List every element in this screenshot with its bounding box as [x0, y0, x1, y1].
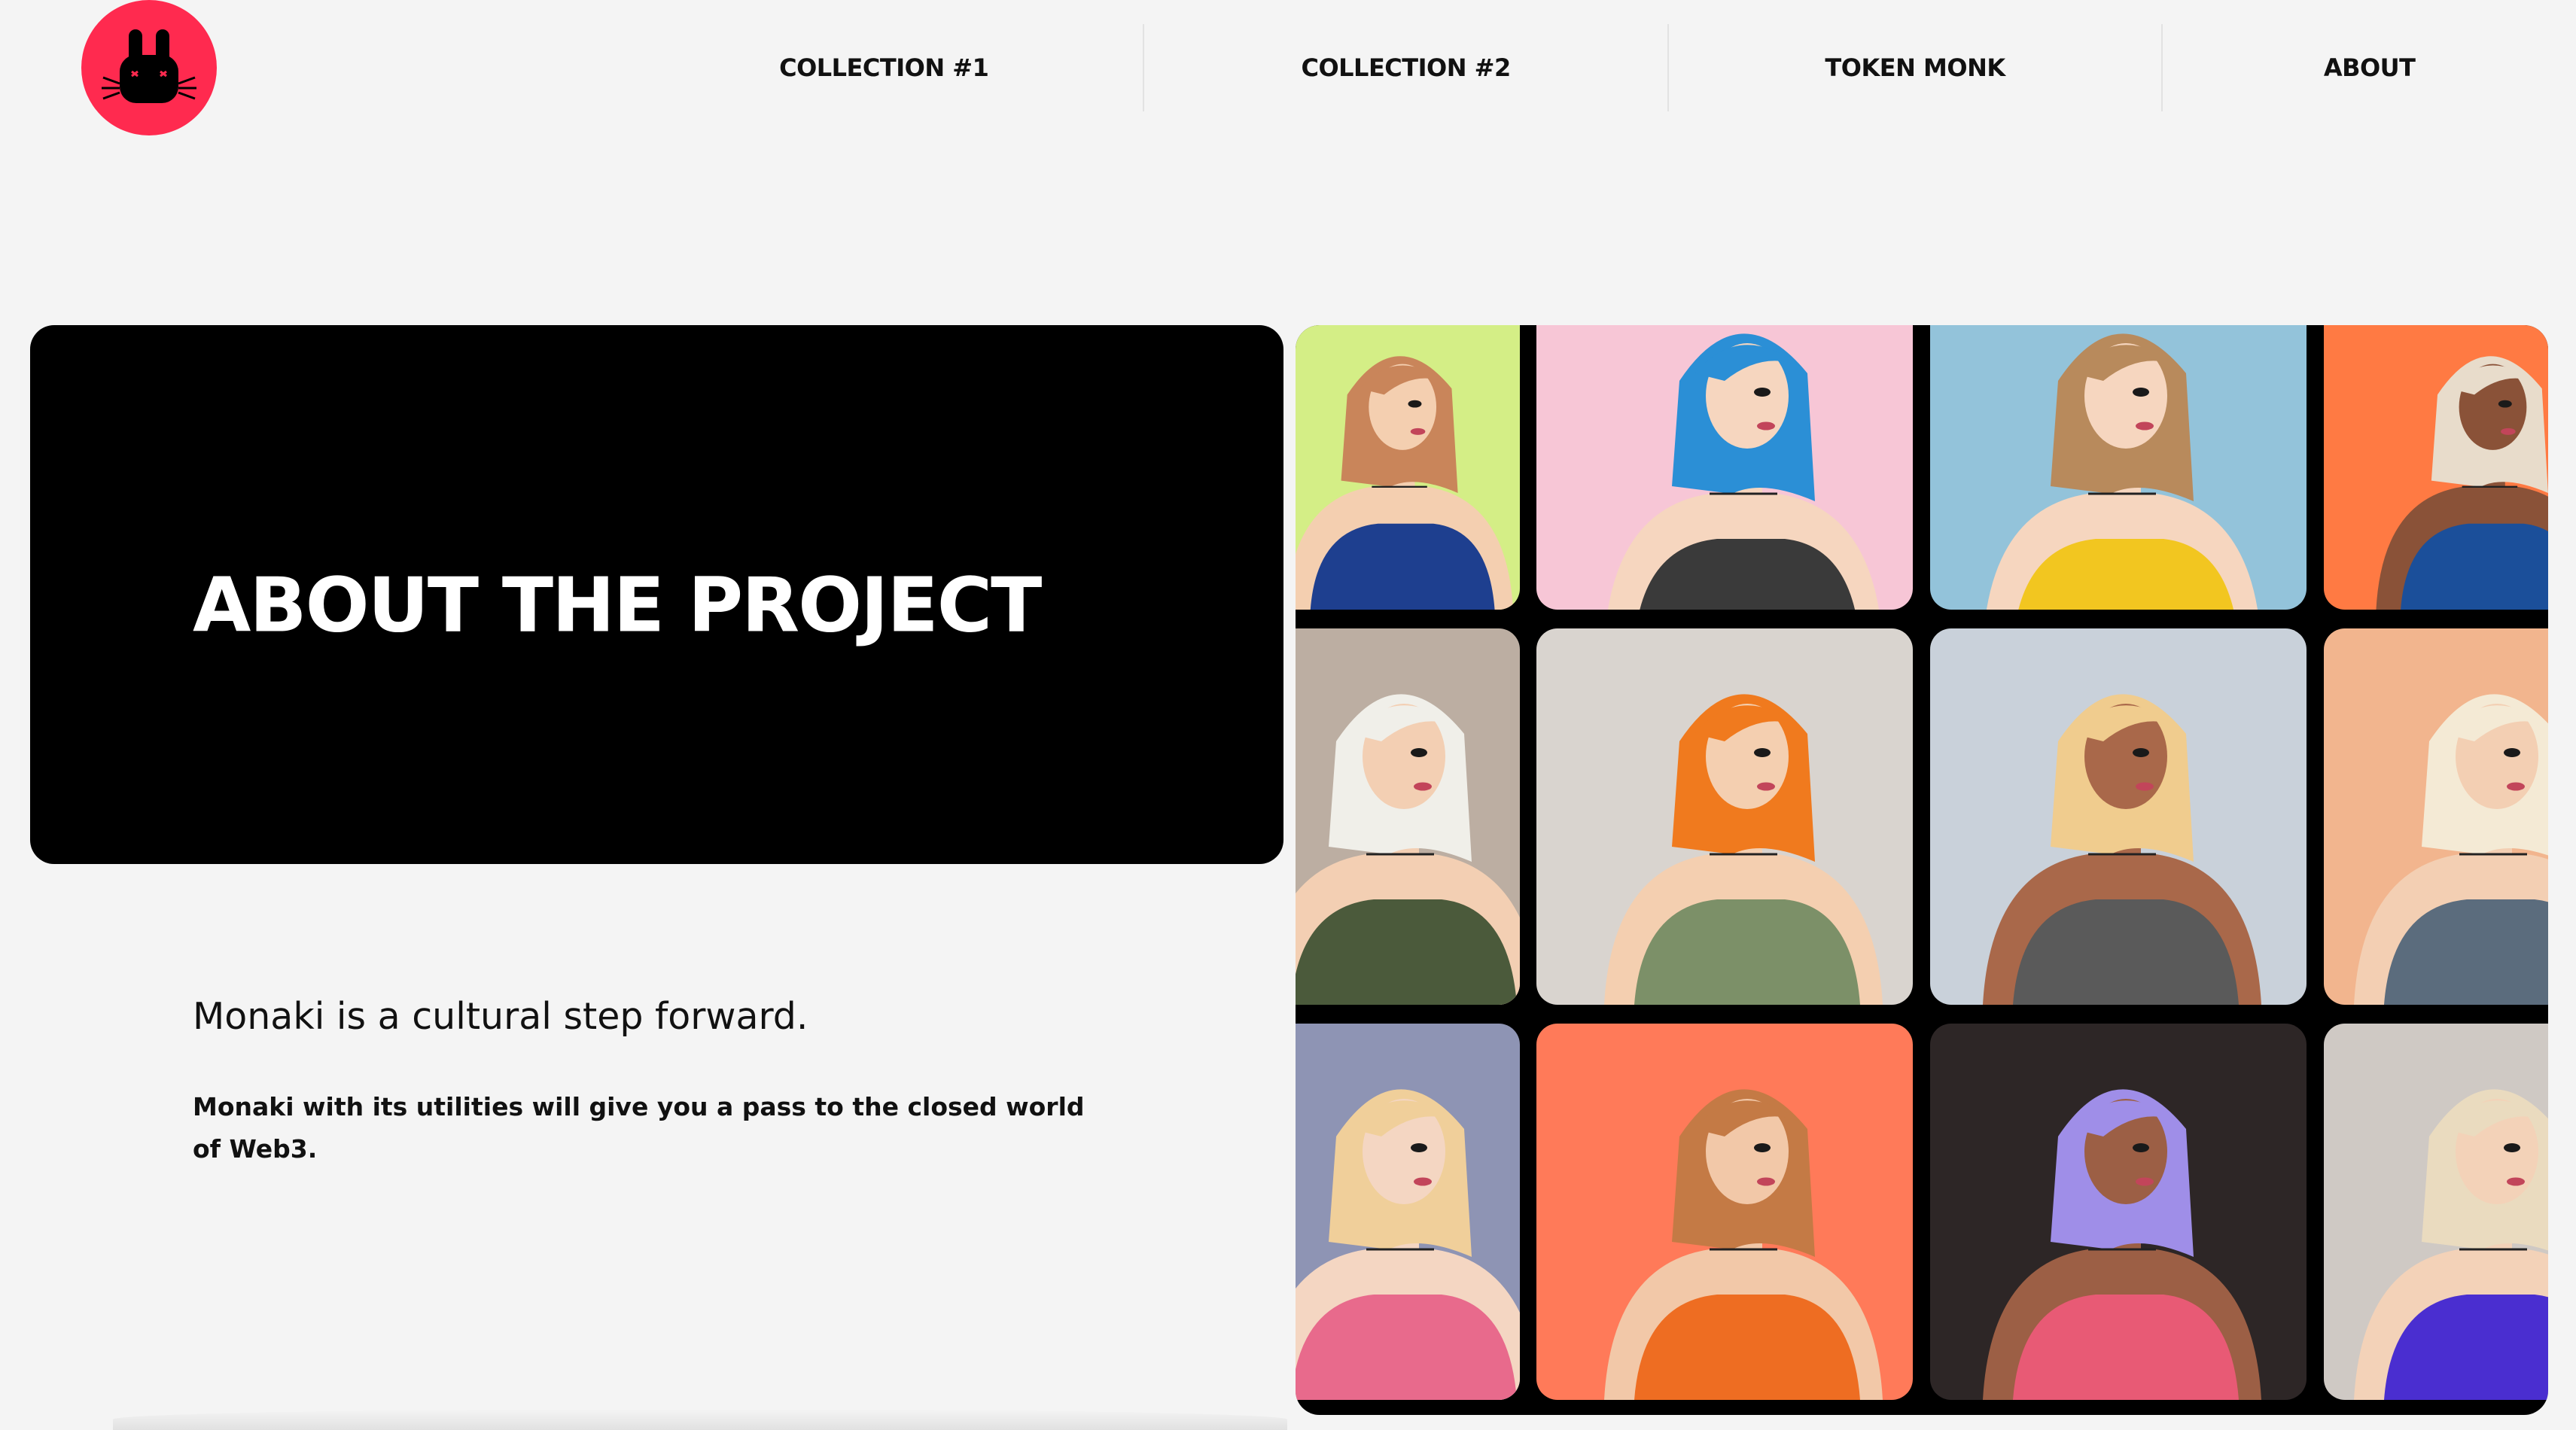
page-title: ABOUT THE PROJECT: [193, 561, 1042, 650]
character-illustration: [1296, 325, 1520, 610]
nft-artwork-tile: [1296, 628, 1520, 1005]
character-illustration: [2324, 628, 2548, 1005]
nav-about[interactable]: ABOUT: [2163, 24, 2576, 111]
nft-artwork-tile: [1536, 325, 1913, 610]
main-nav: COLLECTION #1 COLLECTION #2 TOKEN MONK A…: [625, 24, 2576, 111]
character-illustration: [2324, 325, 2548, 610]
character-illustration: [1536, 1024, 1913, 1400]
nft-artwork-tile: [1296, 325, 1520, 610]
nft-artwork-tile: [2324, 628, 2548, 1005]
nft-artwork-tile: [1930, 628, 2307, 1005]
nft-artwork-tile: [1296, 1024, 1520, 1400]
character-illustration: [1930, 628, 2307, 1005]
nav-token-monk[interactable]: TOKEN MONK: [1669, 24, 2163, 111]
intro-body: Monaki with its utilities will give you …: [193, 1092, 1085, 1164]
nft-artwork-tile: [1930, 1024, 2307, 1400]
intro-subtitle: Monaki is a cultural step forward.: [193, 995, 808, 1038]
nft-artwork-tile: [1536, 628, 1913, 1005]
rabbit-logo-icon: [102, 29, 196, 103]
brand-logo[interactable]: [81, 0, 217, 135]
character-illustration: [1536, 628, 1913, 1005]
character-illustration: [1930, 1024, 2307, 1400]
nav-collection-2[interactable]: COLLECTION #2: [1144, 24, 1669, 111]
nav-collection-1[interactable]: COLLECTION #1: [625, 24, 1145, 111]
character-illustration: [1930, 325, 2307, 610]
nft-artwork-tile: [1536, 1024, 1913, 1400]
character-illustration: [1536, 325, 1913, 610]
artwork-gallery: [1296, 325, 2548, 1415]
page-bottom-shadow: [113, 1409, 1287, 1430]
nft-artwork-tile: [2324, 1024, 2548, 1400]
character-illustration: [1296, 1024, 1520, 1400]
character-illustration: [2324, 1024, 2548, 1400]
hero-card: ABOUT THE PROJECT: [30, 325, 1283, 864]
nft-artwork-tile: [2324, 325, 2548, 610]
character-illustration: [1296, 628, 1520, 1005]
nft-artwork-tile: [1930, 325, 2307, 610]
